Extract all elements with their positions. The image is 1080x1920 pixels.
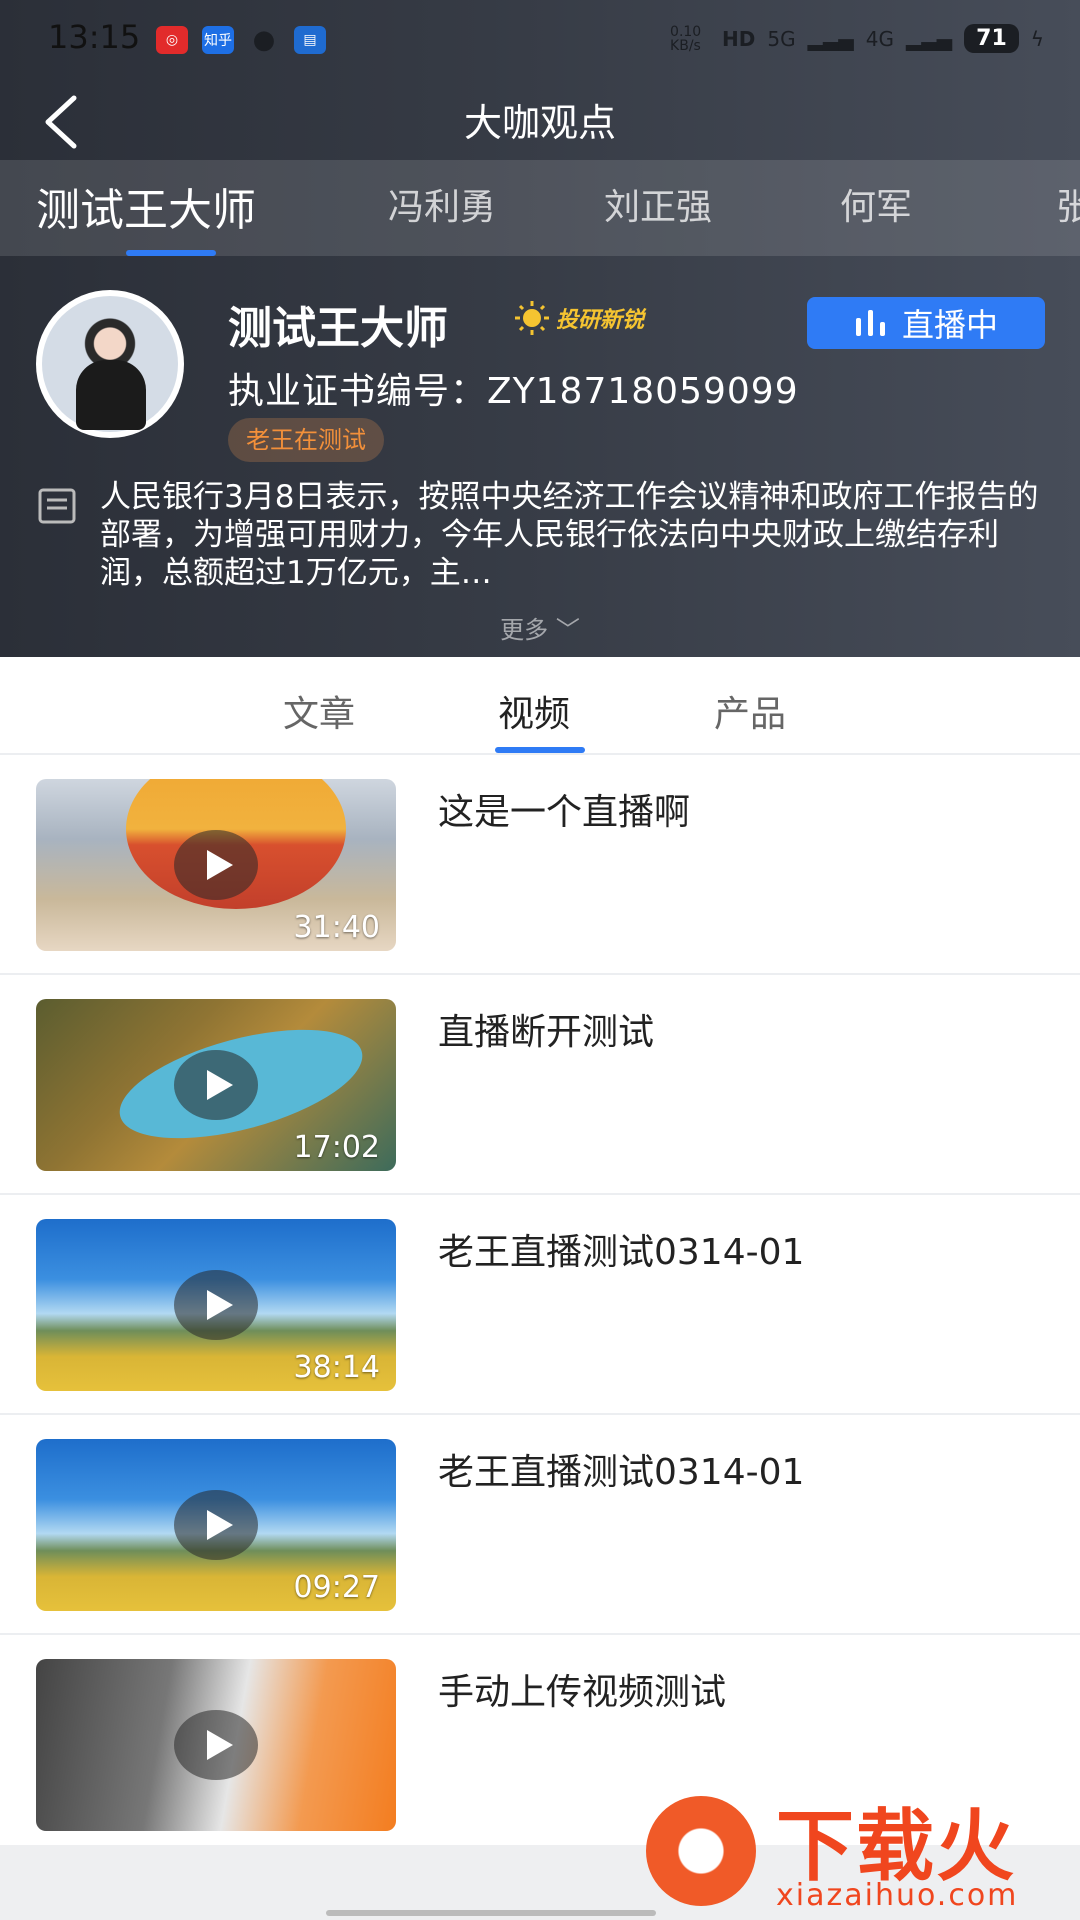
charging-icon: ϟ — [1030, 26, 1044, 51]
video-title[interactable]: 手动上传视频测试 — [438, 1663, 726, 1715]
watermark-logo-icon — [646, 1796, 756, 1906]
tab-underline — [126, 250, 216, 256]
signal-4g-icon: 4G — [865, 26, 895, 51]
status-indicators: 0.10 KB/s HD 5G ▂▃▄ 4G ▂▃▄ 71 ϟ — [670, 24, 1044, 53]
video-duration: 31:40 — [293, 910, 380, 945]
watermark-url: xiazaihuo.com — [776, 1878, 1019, 1913]
play-icon[interactable] — [174, 830, 258, 900]
zhihu-icon: 知乎 — [202, 26, 234, 54]
video-thumbnail[interactable]: 09:27 — [36, 1439, 396, 1611]
page-title: 大咖观点 — [463, 101, 616, 145]
live-bars-icon — [855, 310, 885, 336]
video-title[interactable]: 老王直播测试0314-01 — [438, 1223, 804, 1275]
video-list: 31:40 这是一个直播啊 17:02 直播断开测试 38:14 老王直播测试0… — [0, 755, 1080, 1853]
tab-products[interactable]: 产品 — [714, 685, 786, 737]
weibo-icon: ◎ — [156, 26, 188, 54]
sun-icon — [515, 301, 549, 335]
tab-expert-5[interactable]: 张 — [1056, 178, 1080, 230]
chevron-down-icon: ﹀ — [555, 616, 580, 644]
video-duration: 17:02 — [293, 1130, 380, 1165]
license-number: 执业证书编号：ZY18718059099 — [228, 371, 799, 412]
expert-description: 人民银行3月8日表示，按照中央经济工作会议精神和政府工作报告的部署，为增强可用财… — [100, 479, 1039, 591]
more-label: 更多 — [500, 616, 549, 644]
list-item[interactable]: 17:02 直播断开测试 — [0, 975, 1080, 1195]
list-item[interactable]: 09:27 老王直播测试0314-01 — [0, 1415, 1080, 1635]
home-indicator[interactable] — [326, 1910, 656, 1916]
expert-name: 测试王大师 — [228, 303, 448, 354]
play-icon[interactable] — [174, 1050, 258, 1120]
list-item[interactable]: 38:14 老王直播测试0314-01 — [0, 1195, 1080, 1415]
avatar-figure — [76, 360, 146, 430]
live-button[interactable]: 直播中 — [807, 297, 1045, 349]
badge: 投研新锐 — [514, 300, 644, 336]
video-thumbnail[interactable]: 38:14 — [36, 1219, 396, 1391]
video-thumbnail[interactable] — [36, 1659, 396, 1831]
video-thumbnail[interactable]: 31:40 — [36, 779, 396, 951]
list-item[interactable]: 31:40 这是一个直播啊 — [0, 755, 1080, 975]
network-speed: 0.10 KB/s — [670, 23, 702, 54]
status-time: 13:15 — [48, 18, 141, 56]
battery-icon: 71 — [964, 24, 1019, 53]
play-icon[interactable] — [174, 1490, 258, 1560]
more-toggle[interactable]: 更多 ﹀ — [0, 610, 1080, 645]
play-icon[interactable] — [174, 1270, 258, 1340]
message-icon: ● — [252, 25, 276, 55]
document-icon — [38, 488, 76, 524]
tab-expert-2[interactable]: 冯利勇 — [388, 178, 496, 230]
live-button-label: 直播中 — [901, 306, 998, 344]
expert-tab-bar: 测试王大师 冯利勇 刘正强 何军 张 — [0, 160, 1080, 256]
video-duration: 38:14 — [293, 1350, 380, 1385]
video-duration: 09:27 — [293, 1570, 380, 1605]
tab-articles[interactable]: 文章 — [283, 685, 355, 737]
tab-expert-3[interactable]: 刘正强 — [604, 178, 712, 230]
signal-bars-icon: ▂▃▄ — [807, 26, 854, 51]
video-title[interactable]: 直播断开测试 — [438, 1003, 654, 1055]
avatar[interactable] — [36, 290, 184, 438]
video-thumbnail[interactable]: 17:02 — [36, 999, 396, 1171]
app-icon: ▤ — [294, 26, 326, 54]
tab-expert-4[interactable]: 何军 — [840, 178, 912, 230]
play-icon[interactable] — [174, 1710, 258, 1780]
expert-tag: 老王在测试 — [228, 418, 384, 462]
watermark: 下载火 xiazaihuo.com — [636, 1780, 1080, 1920]
signal-bars-icon-2: ▂▃▄ — [906, 26, 953, 51]
nav-bar: 大咖观点 — [0, 82, 1080, 162]
status-app-icons: ◎ 知乎 ● ▤ — [156, 25, 326, 55]
content-tab-bar: 文章 视频 产品 — [0, 657, 1080, 755]
tab-expert-1[interactable]: 测试王大师 — [36, 174, 256, 238]
hd-icon: HD — [722, 26, 756, 51]
status-bar: 13:15 ◎ 知乎 ● ▤ 0.10 KB/s HD 5G ▂▃▄ 4G ▂▃… — [0, 0, 1080, 82]
video-title[interactable]: 老王直播测试0314-01 — [438, 1443, 804, 1495]
badge-label: 投研新锐 — [556, 308, 645, 333]
signal-5g-icon: 5G — [767, 26, 796, 51]
tab-videos[interactable]: 视频 — [498, 685, 570, 737]
video-title[interactable]: 这是一个直播啊 — [438, 783, 690, 835]
content-tab-underline — [495, 747, 585, 753]
